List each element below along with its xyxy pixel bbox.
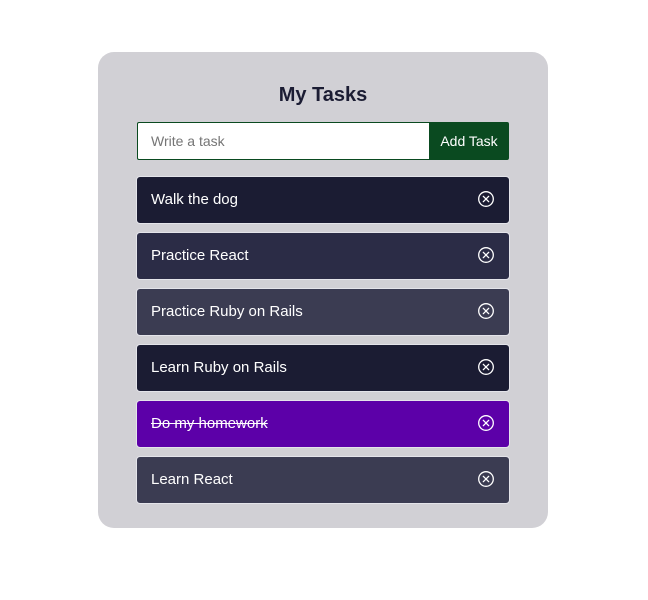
delete-icon[interactable] [477, 190, 495, 208]
task-label: Practice Ruby on Rails [151, 303, 303, 320]
add-task-button[interactable]: Add Task [429, 122, 509, 160]
delete-icon[interactable] [477, 470, 495, 488]
task-item[interactable]: Walk the dog [136, 176, 510, 224]
task-item[interactable]: Practice Ruby on Rails [136, 288, 510, 336]
task-item-completed[interactable]: Do my homework [136, 400, 510, 448]
task-label: Learn Ruby on Rails [151, 359, 287, 376]
task-item[interactable]: Practice React [136, 232, 510, 280]
delete-icon[interactable] [477, 358, 495, 376]
delete-icon[interactable] [477, 302, 495, 320]
delete-icon[interactable] [477, 414, 495, 432]
task-item[interactable]: Learn Ruby on Rails [136, 344, 510, 392]
task-list: Walk the dog Practice React Practice Rub… [136, 176, 510, 512]
delete-icon[interactable] [477, 246, 495, 264]
todo-card: My Tasks Add Task Walk the dog Practice … [98, 52, 548, 528]
task-label: Do my homework [151, 415, 268, 432]
task-label: Learn React [151, 471, 233, 488]
task-item[interactable]: Learn React [136, 456, 510, 504]
add-task-form: Add Task [137, 122, 509, 160]
task-input[interactable] [137, 122, 429, 160]
page-title: My Tasks [278, 84, 368, 106]
task-label: Walk the dog [151, 191, 238, 208]
task-label: Practice React [151, 247, 249, 264]
